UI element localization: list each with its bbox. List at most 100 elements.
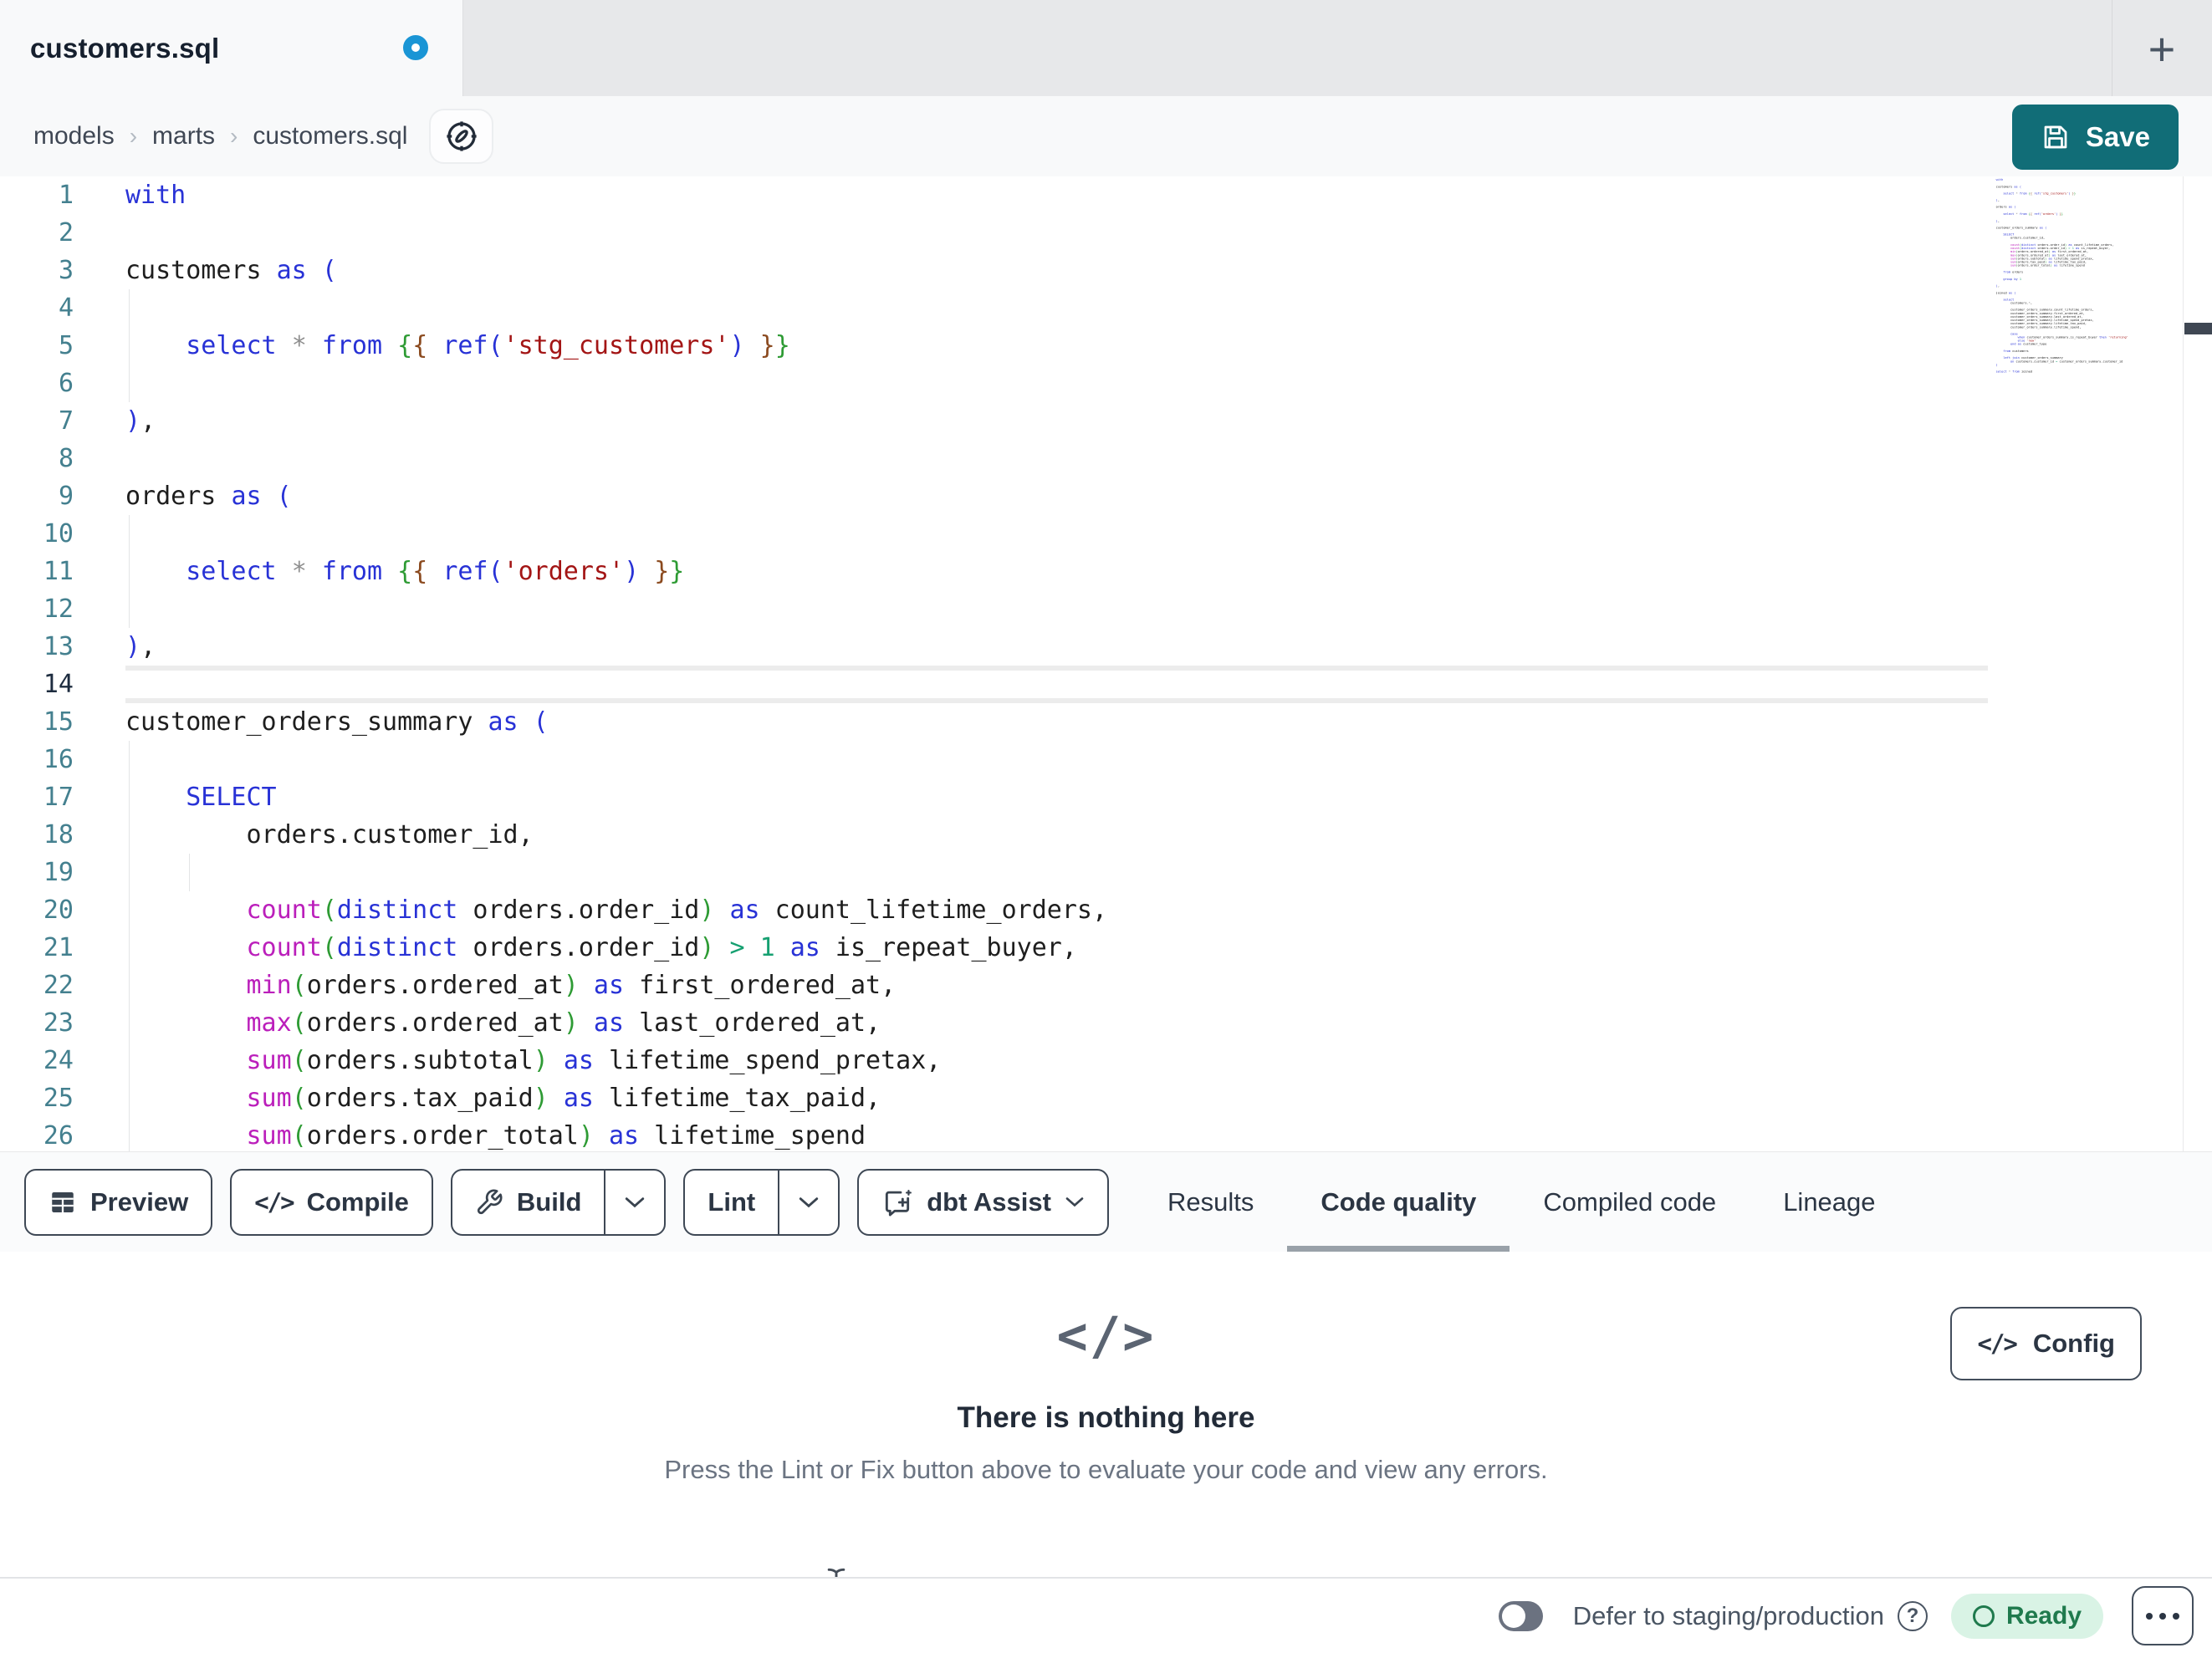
code-line[interactable]: 24 sum(orders.subtotal) as lifetime_spen… bbox=[0, 1042, 2212, 1079]
indent-guide bbox=[129, 891, 130, 929]
wrench-icon bbox=[477, 1189, 503, 1214]
line-content: count(distinct orders.order_id) as count… bbox=[125, 891, 1107, 929]
line-number: 2 bbox=[58, 218, 74, 247]
breadcrumb-bar: models › marts › customers.sql Save bbox=[0, 96, 2212, 176]
line-number: 6 bbox=[58, 369, 74, 398]
line-content: count(distinct orders.order_id) > 1 as i… bbox=[125, 929, 1077, 967]
defer-toggle[interactable] bbox=[1498, 1600, 1543, 1631]
code-line[interactable]: 6 bbox=[0, 365, 2212, 402]
line-number: 12 bbox=[43, 594, 74, 624]
empty-state-subtitle: Press the Lint or Fix button above to ev… bbox=[664, 1455, 1548, 1484]
compile-button[interactable]: </> Compile bbox=[230, 1168, 433, 1236]
code-line[interactable]: 7), bbox=[0, 402, 2212, 440]
indent-guide bbox=[129, 553, 130, 590]
save-icon bbox=[2044, 125, 2067, 149]
breadcrumb-separator: › bbox=[230, 123, 238, 149]
compass-icon bbox=[447, 121, 477, 151]
code-line[interactable]: 25 sum(orders.tax_paid) as lifetime_tax_… bbox=[0, 1079, 2212, 1117]
minimap[interactable]: with customers as ( select * from {{ ref… bbox=[1989, 178, 2181, 1148]
code-line[interactable]: 14 bbox=[0, 666, 2212, 703]
code-line[interactable]: 11 select * from {{ ref('orders') }} bbox=[0, 553, 2212, 590]
code-line[interactable]: 13), bbox=[0, 628, 2212, 666]
empty-state-title: There is nothing here bbox=[957, 1401, 1255, 1434]
tab-code-quality[interactable]: Code quality bbox=[1287, 1152, 1510, 1252]
compile-button-label: Compile bbox=[306, 1186, 409, 1217]
more-options-button[interactable] bbox=[2132, 1586, 2194, 1645]
line-number: 16 bbox=[43, 745, 74, 774]
line-number: 14 bbox=[43, 670, 74, 699]
code-editor[interactable]: 1 with 2 3 customers as ( 4 5 select * from {{… bbox=[0, 176, 2212, 1151]
code-line[interactable]: 16 bbox=[0, 741, 2212, 778]
code-line[interactable]: 22 min(orders.ordered_at) as first_order… bbox=[0, 967, 2212, 1004]
code-line[interactable]: 10 bbox=[0, 515, 2212, 553]
line-number: 25 bbox=[43, 1084, 74, 1113]
tab-title: customers.sql bbox=[30, 32, 220, 64]
indent-guide bbox=[129, 590, 130, 628]
code-line[interactable]: 9 orders as ( bbox=[0, 477, 2212, 515]
save-button[interactable]: Save bbox=[2011, 105, 2179, 170]
editor-tab-bar: customers.sql + bbox=[0, 0, 2212, 96]
lint-dropdown-button[interactable] bbox=[778, 1170, 838, 1234]
line-content: with bbox=[125, 181, 186, 210]
line-number: 19 bbox=[43, 858, 74, 887]
code-line[interactable]: 21 count(distinct orders.order_id) > 1 a… bbox=[0, 929, 2212, 967]
line-number: 3 bbox=[58, 256, 74, 285]
line-number: 8 bbox=[58, 444, 74, 473]
scrollbar-thumb[interactable] bbox=[2184, 323, 2212, 334]
tab-customers-sql[interactable]: customers.sql bbox=[0, 0, 463, 96]
new-tab-button[interactable]: + bbox=[2128, 23, 2195, 75]
preview-button-label: Preview bbox=[90, 1186, 189, 1217]
code-line[interactable]: 3 customers as ( bbox=[0, 252, 2212, 289]
dot bbox=[2173, 1612, 2179, 1620]
build-dropdown-button[interactable] bbox=[604, 1170, 664, 1234]
code-line[interactable]: 4 bbox=[0, 289, 2212, 327]
minimap-content: with customers as ( select * from {{ ref… bbox=[1995, 178, 2128, 374]
save-button-label: Save bbox=[2085, 121, 2150, 152]
indent-guide bbox=[129, 1042, 130, 1079]
dbt-copilot-button[interactable] bbox=[429, 109, 494, 164]
code-line[interactable]: 26 sum(orders.order_total) as lifetime_s… bbox=[0, 1117, 2212, 1151]
line-number: 26 bbox=[43, 1121, 74, 1150]
code-line[interactable]: 15 customer_orders_summary as ( bbox=[0, 703, 2212, 741]
line-content: customer_orders_summary as ( bbox=[125, 707, 549, 737]
code-line[interactable]: 18 orders.customer_id, bbox=[0, 816, 2212, 854]
tab-compiled-code[interactable]: Compiled code bbox=[1510, 1152, 1750, 1252]
assist-chat-sparkle-icon bbox=[886, 1189, 912, 1216]
line-number: 4 bbox=[58, 293, 74, 323]
tab-lineage[interactable]: Lineage bbox=[1750, 1152, 1908, 1252]
dbt-assist-button[interactable]: dbt Assist bbox=[857, 1168, 1109, 1236]
line-content: max(orders.ordered_at) as last_ordered_a… bbox=[125, 1004, 881, 1042]
chevron-down-icon bbox=[1065, 1197, 1084, 1207]
code-line[interactable]: 20 count(distinct orders.order_id) as co… bbox=[0, 891, 2212, 929]
breadcrumb-item-marts[interactable]: marts bbox=[152, 122, 215, 151]
code-line[interactable]: 2 bbox=[0, 214, 2212, 252]
config-button[interactable]: </> Config bbox=[1950, 1307, 2142, 1380]
code-line[interactable]: 17 SELECT bbox=[0, 778, 2212, 816]
line-content: min(orders.ordered_at) as first_ordered_… bbox=[125, 967, 896, 1004]
preview-button[interactable]: Preview bbox=[24, 1168, 213, 1236]
line-content: orders.customer_id, bbox=[125, 816, 534, 854]
help-icon[interactable]: ? bbox=[1897, 1600, 1928, 1631]
line-number: 11 bbox=[43, 557, 74, 586]
line-content: select * from {{ ref('stg_customers') }} bbox=[125, 327, 790, 365]
breadcrumb-item-file[interactable]: customers.sql bbox=[253, 122, 407, 151]
code-line[interactable]: 5 select * from {{ ref('stg_customers') … bbox=[0, 327, 2212, 365]
lint-button[interactable]: Lint bbox=[685, 1171, 778, 1234]
code-line[interactable]: 12 bbox=[0, 590, 2212, 628]
line-number: 10 bbox=[43, 519, 74, 548]
code-line[interactable]: 1 with bbox=[0, 176, 2212, 214]
breadcrumb-item-models[interactable]: models bbox=[33, 122, 115, 151]
indent-guide bbox=[129, 1117, 130, 1151]
code-line[interactable]: 8 bbox=[0, 440, 2212, 477]
config-button-label: Config bbox=[2032, 1329, 2115, 1358]
build-button[interactable]: Build bbox=[452, 1171, 605, 1234]
empty-state: </> There is nothing here Press the Lint… bbox=[0, 1305, 2212, 1485]
line-content: customers as ( bbox=[125, 256, 337, 285]
indent-guide bbox=[129, 365, 130, 402]
dot bbox=[2146, 1612, 2153, 1620]
code-line[interactable]: 19 bbox=[0, 854, 2212, 891]
status-badge: Ready bbox=[1950, 1593, 2103, 1639]
table-icon bbox=[52, 1191, 74, 1212]
code-line[interactable]: 23 max(orders.ordered_at) as last_ordere… bbox=[0, 1004, 2212, 1042]
tab-results[interactable]: Results bbox=[1134, 1152, 1287, 1252]
